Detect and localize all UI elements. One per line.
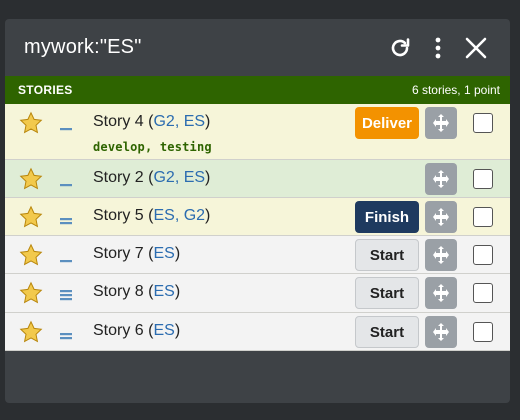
story-labels[interactable]: ES (153, 283, 174, 300)
star-icon[interactable] (19, 281, 43, 305)
stories-panel: mywork:"ES" STORIES 6 stories, 1 point S… (5, 19, 510, 403)
stories-summary: 6 stories, 1 point (411, 83, 500, 97)
star-icon[interactable] (19, 205, 43, 229)
story-row[interactable]: Story 2 (G2, ES) (5, 160, 510, 198)
select-checkbox[interactable] (473, 207, 493, 227)
move-icon[interactable] (425, 316, 457, 348)
story-title[interactable]: Story 6 (ES) (93, 322, 180, 340)
move-icon[interactable] (425, 239, 457, 271)
start-button[interactable]: Start (355, 239, 419, 271)
story-name: Story 2 (93, 169, 144, 186)
story-row[interactable]: Story 5 (ES, G2) Finish (5, 198, 510, 236)
move-icon[interactable] (425, 163, 457, 195)
story-list: Story 4 (G2, ES) develop, testing Delive… (5, 104, 510, 351)
estimate-icon[interactable] (58, 173, 78, 192)
story-row[interactable]: Story 8 (ES) Start (5, 274, 510, 313)
estimate-icon[interactable] (58, 211, 78, 230)
story-title[interactable]: Story 2 (G2, ES) (93, 169, 210, 187)
story-labels[interactable]: ES, G2 (153, 207, 205, 224)
refresh-icon[interactable] (386, 34, 414, 62)
deliver-button[interactable]: Deliver (355, 107, 419, 139)
move-icon[interactable] (425, 201, 457, 233)
move-icon[interactable] (425, 277, 457, 309)
story-name: Story 8 (93, 283, 144, 300)
move-icon[interactable] (425, 107, 457, 139)
story-labels[interactable]: G2, ES (153, 169, 205, 186)
story-tags: develop, testing (93, 140, 212, 154)
panel-header: mywork:"ES" (5, 19, 510, 76)
start-button[interactable]: Start (355, 277, 419, 309)
panel-title: mywork:"ES" (24, 36, 142, 58)
story-labels[interactable]: ES (153, 322, 174, 339)
estimate-icon[interactable] (58, 326, 78, 345)
story-name: Story 5 (93, 207, 144, 224)
close-icon[interactable] (462, 34, 490, 62)
story-labels[interactable]: G2, ES (153, 113, 205, 130)
select-checkbox[interactable] (473, 322, 493, 342)
finish-button[interactable]: Finish (355, 201, 419, 233)
tag: testing (159, 140, 212, 154)
select-checkbox[interactable] (473, 283, 493, 303)
story-labels[interactable]: ES (153, 245, 174, 262)
story-row[interactable]: Story 4 (G2, ES) develop, testing Delive… (5, 104, 510, 160)
story-name: Story 6 (93, 322, 144, 339)
estimate-icon[interactable] (58, 287, 78, 306)
vertical-dots-icon[interactable] (424, 34, 452, 62)
estimate-icon[interactable] (58, 249, 78, 268)
star-icon[interactable] (19, 243, 43, 267)
select-checkbox[interactable] (473, 245, 493, 265)
story-title[interactable]: Story 5 (ES, G2) (93, 207, 210, 225)
story-title[interactable]: Story 8 (ES) (93, 283, 180, 301)
stories-label: STORIES (18, 83, 73, 97)
estimate-icon[interactable] (58, 117, 78, 136)
story-name: Story 4 (93, 113, 144, 130)
story-title[interactable]: Story 7 (ES) (93, 245, 180, 263)
story-name: Story 7 (93, 245, 144, 262)
star-icon[interactable] (19, 111, 43, 135)
stories-bar: STORIES 6 stories, 1 point (5, 76, 510, 104)
story-title[interactable]: Story 4 (G2, ES) (93, 113, 210, 131)
star-icon[interactable] (19, 320, 43, 344)
tag: develop (93, 140, 145, 154)
story-row[interactable]: Story 6 (ES) Start (5, 313, 510, 351)
select-checkbox[interactable] (473, 169, 493, 189)
start-button[interactable]: Start (355, 316, 419, 348)
star-icon[interactable] (19, 167, 43, 191)
select-checkbox[interactable] (473, 113, 493, 133)
story-row[interactable]: Story 7 (ES) Start (5, 236, 510, 274)
